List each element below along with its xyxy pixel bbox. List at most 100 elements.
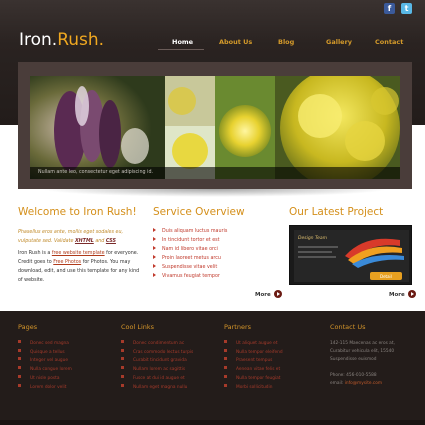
footer-partners-list: Ut aliquet augue et Nulla tempor eleifen… <box>224 340 283 392</box>
bullet-icon <box>121 357 124 361</box>
list-item[interactable]: Quisque a tellus <box>18 348 72 358</box>
services-more-button[interactable]: More <box>255 290 282 300</box>
bullet-icon <box>18 340 21 343</box>
list-item[interactable]: Curabit tincidunt gravida <box>121 357 193 366</box>
footer-contact: Contact Us 142-115 Maecenas ac eros at, … <box>330 323 395 388</box>
more-label: More <box>389 292 405 298</box>
main-nav: Home About Us Blog Gallery Contact <box>158 37 413 49</box>
bullet-icon <box>224 348 227 352</box>
facebook-icon[interactable]: f <box>384 3 395 14</box>
social-links: f t <box>384 3 412 14</box>
bullet-icon <box>224 366 227 370</box>
arrow-right-icon <box>153 246 156 250</box>
list-item[interactable]: Fusce at dui id augue et <box>121 374 193 384</box>
welcome-section: Welcome to Iron Rush! Phasellus eros ant… <box>18 206 143 285</box>
welcome-body: Iron Rush is a free website template for… <box>18 249 143 285</box>
bullet-icon <box>121 366 124 370</box>
welcome-intro: Phasellus eros ante, mollis eget sodales… <box>18 228 143 246</box>
list-item[interactable]: Nulla congue lorem <box>18 366 72 375</box>
footer-links-list: Donec condimentum ac Cras commodo lectus… <box>121 340 193 392</box>
list-item[interactable]: Nam id libero vitae orci <box>153 245 278 254</box>
list-item[interactable]: Nullam lorem ac sagittis <box>121 366 193 375</box>
site-footer: Pages Donec sed magna Quisque a tellus I… <box>0 311 425 425</box>
list-item[interactable]: Morbi sollicitudin <box>224 383 283 393</box>
nav-active-indicator <box>158 49 204 50</box>
list-item[interactable]: Vivamus feugiat tempor <box>153 272 278 281</box>
twitter-icon[interactable]: t <box>401 3 412 14</box>
contact-phone: Phone: 456-010-5588 <box>330 373 377 378</box>
arrow-right-icon <box>153 264 156 268</box>
list-item[interactable]: Ut nisle posta <box>18 374 72 384</box>
project-section: Our Latest Project <box>289 206 414 219</box>
contact-address: 142-115 Maecenas ac eros at, Curabitur v… <box>330 340 395 364</box>
site-logo[interactable]: Iron.Rush. <box>19 30 104 50</box>
list-item[interactable]: Nulla tempor feugiat <box>224 374 283 384</box>
list-item[interactable]: Nulla tempor eleifend <box>224 348 283 358</box>
footer-bottom-bar <box>0 420 425 425</box>
nav-contact[interactable]: Contact <box>375 37 403 47</box>
bullet-icon <box>224 383 227 387</box>
list-item[interactable]: Lorem dolor velit <box>18 383 72 393</box>
bullet-icon <box>18 374 21 378</box>
list-item[interactable]: Cras commodo lectus turpis <box>121 348 193 358</box>
list-item[interactable]: Aenean vitae felis et <box>224 366 283 375</box>
free-photos-link[interactable]: Free Photos <box>53 260 81 265</box>
xhtml-link[interactable]: XHTML <box>75 239 94 244</box>
bullet-icon <box>121 348 124 352</box>
logo-accent-text: Rush. <box>57 30 105 50</box>
contact-email-link[interactable]: info@mysite.com <box>345 381 382 386</box>
footer-contact-title: Contact Us <box>330 323 366 331</box>
list-item[interactable]: Nullam eget magna nullu <box>121 383 193 393</box>
welcome-title: Welcome to Iron Rush! <box>18 206 137 218</box>
welcome-body-1: Iron Rush is a <box>18 251 51 256</box>
services-section: Service Overview Duis aliquam luctus mau… <box>153 206 278 281</box>
footer-pages-list: Donec sed magna Quisque a tellus Integer… <box>18 340 72 392</box>
slider-shadow <box>40 189 390 197</box>
free-template-link[interactable]: free website template <box>52 251 105 256</box>
contact-email-label: email: <box>330 381 344 386</box>
nav-about-us[interactable]: About Us <box>219 37 252 47</box>
nav-home[interactable]: Home <box>172 37 193 47</box>
list-item[interactable]: Praesent tempus <box>224 357 283 366</box>
flower-photo <box>30 76 400 179</box>
welcome-body-3: Credit goes to <box>18 260 52 265</box>
bullet-icon <box>18 348 21 352</box>
footer-pages-title: Pages <box>18 323 38 331</box>
footer-partners-title: Partners <box>224 323 252 331</box>
footer-cool-links: Cool Links Donec condimentum ac Cras com… <box>121 323 193 392</box>
nav-blog[interactable]: Blog <box>278 37 294 47</box>
list-item[interactable]: Suspendisse vitae velit <box>153 263 278 272</box>
css-link[interactable]: CSS <box>106 239 116 244</box>
project-image-title: Design Team <box>298 235 328 241</box>
image-slider: Nullam ante leo, consectetur eget adipis… <box>18 62 412 189</box>
nav-gallery[interactable]: Gallery <box>326 37 352 47</box>
logo-main-text: Iron. <box>19 30 58 50</box>
list-item[interactable]: Donec condimentum ac <box>121 340 193 349</box>
list-item[interactable]: Proin laoreet metus arcu <box>153 254 278 263</box>
more-label: More <box>255 292 271 298</box>
project-image-button: Detail <box>380 274 392 279</box>
slider-caption: Nullam ante leo, consectetur eget adipis… <box>30 167 400 179</box>
footer-partners: Partners Ut aliquet augue et Nulla tempo… <box>224 323 283 392</box>
arrow-right-icon <box>153 255 156 259</box>
project-more-button[interactable]: More <box>389 290 416 300</box>
footer-pages: Pages Donec sed magna Quisque a tellus I… <box>18 323 72 392</box>
services-list: Duis aliquam luctus mauris In tincidunt … <box>153 227 278 281</box>
list-item[interactable]: In tincidunt tortor et est <box>153 236 278 245</box>
slider-image[interactable]: Nullam ante leo, consectetur eget adipis… <box>30 76 400 179</box>
welcome-body-2: for everyone. <box>106 251 139 256</box>
list-item[interactable]: Duis aliquam luctus mauris <box>153 227 278 236</box>
bullet-icon <box>224 340 227 343</box>
list-item[interactable]: Integer vel augue <box>18 357 72 366</box>
contact-details: Phone: 456-010-5588 email: info@mysite.c… <box>330 372 395 388</box>
arrow-right-icon <box>153 237 156 241</box>
footer-links-title: Cool Links <box>121 323 155 331</box>
list-item[interactable]: Ut aliquet augue et <box>224 340 283 349</box>
project-thumbnail[interactable]: Design Team Detail <box>289 225 412 285</box>
address-line-1: 142-115 Maecenas ac eros at, <box>330 341 395 346</box>
bullet-icon <box>18 357 21 361</box>
list-item[interactable]: Donec sed magna <box>18 340 72 349</box>
address-line-3: Suspendisse euismod <box>330 357 377 362</box>
bullet-icon <box>121 340 124 343</box>
welcome-italic-line2: vulputate sed. Validate <box>18 239 74 244</box>
